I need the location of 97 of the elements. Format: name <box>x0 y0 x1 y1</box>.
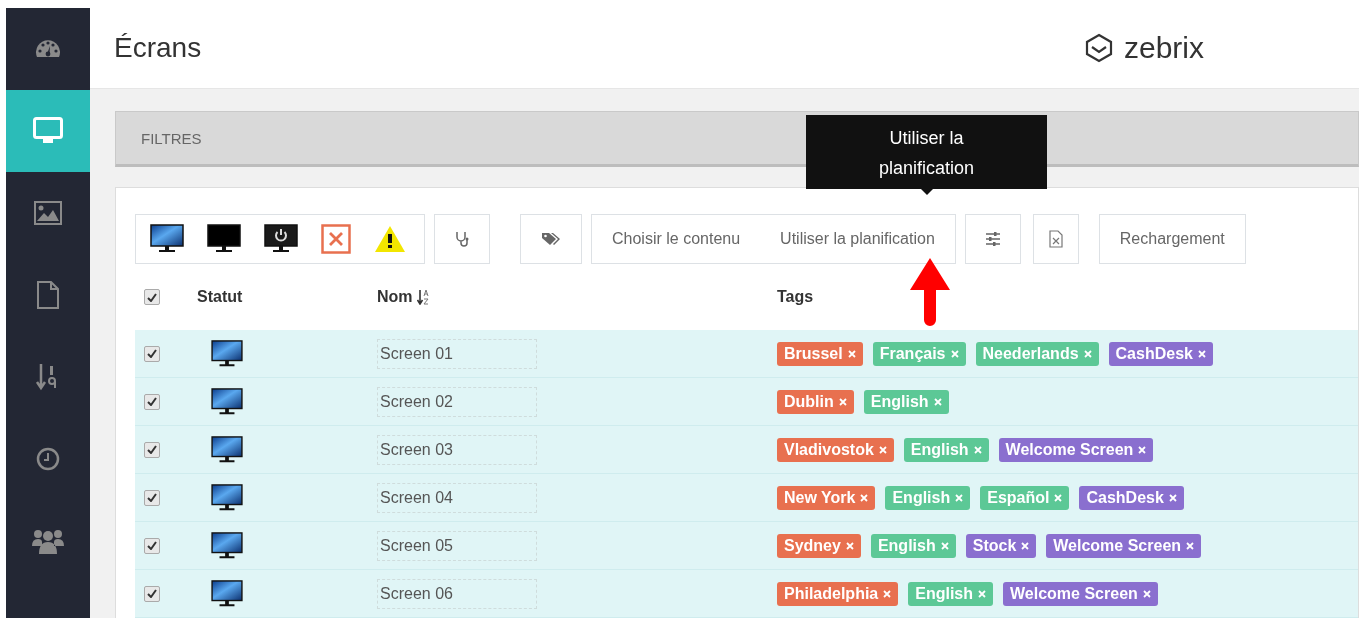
reload-button[interactable]: Rechargement <box>1098 214 1246 264</box>
spreadsheet-file-icon <box>1048 230 1063 248</box>
table-row[interactable]: Screen 06 Philadelphia English Welcome Screen <box>135 570 1358 618</box>
remove-icon[interactable] <box>845 541 854 550</box>
tag: Welcome Screen <box>1003 581 1158 606</box>
monitor-icon <box>211 339 243 368</box>
remove-icon[interactable] <box>1197 349 1206 358</box>
file-icon <box>37 281 59 309</box>
remove-icon[interactable] <box>1021 541 1030 550</box>
tag: English <box>885 485 971 510</box>
row-checkbox[interactable] <box>144 345 160 362</box>
monitor-icon[interactable] <box>264 224 298 254</box>
table-row[interactable]: Screen 02 Dublin English <box>135 378 1358 426</box>
logo-text: zebrix <box>1123 31 1204 65</box>
tag: Dublin <box>777 389 854 414</box>
export-button[interactable] <box>1032 214 1079 264</box>
tag: English <box>870 533 956 558</box>
monitor-icon <box>211 531 243 560</box>
remove-icon[interactable] <box>933 397 942 406</box>
table-row[interactable]: Screen 05 Sydney English Stock Welcome Screen <box>135 522 1358 570</box>
remove-icon[interactable] <box>978 589 987 598</box>
tooltip-pointer <box>921 189 933 195</box>
row-checkbox[interactable] <box>144 441 160 458</box>
remove-icon[interactable] <box>878 445 887 454</box>
remove-icon[interactable] <box>883 589 892 598</box>
users-icon <box>31 528 65 554</box>
remove-icon[interactable] <box>1138 445 1147 454</box>
row-checkbox[interactable] <box>144 537 160 554</box>
tag: Español <box>980 485 1070 510</box>
remove-icon[interactable] <box>955 493 964 502</box>
tag: English <box>863 389 949 414</box>
warning-icon[interactable] <box>374 225 406 253</box>
remove-icon[interactable] <box>1142 589 1151 598</box>
page-title: Écrans <box>114 32 202 64</box>
monitor-icon <box>211 483 243 512</box>
monitor-icon[interactable] <box>207 224 241 254</box>
row-checkbox[interactable] <box>144 585 160 602</box>
logo-icon <box>1083 33 1114 63</box>
name-field[interactable]: Screen 04 <box>377 482 537 513</box>
tag: Neederlands <box>975 341 1099 366</box>
image-icon <box>34 201 62 225</box>
name-field[interactable]: Screen 05 <box>377 530 537 561</box>
name-field[interactable]: Screen 01 <box>377 338 537 369</box>
remove-icon[interactable] <box>950 349 959 358</box>
name-field[interactable]: Screen 06 <box>377 578 537 609</box>
column-header[interactable]: Tags <box>777 288 814 306</box>
sort-icon[interactable] <box>416 289 429 305</box>
remove-icon[interactable] <box>1054 493 1063 502</box>
remove-icon[interactable] <box>1168 493 1177 502</box>
tag: Welcome Screen <box>1046 533 1202 558</box>
name-field[interactable]: Screen 02 <box>377 386 537 417</box>
tag: Sydney <box>777 533 861 558</box>
tag: Philadelphia <box>777 581 899 606</box>
table-row[interactable]: Screen 04 New York English Español CashDesk <box>135 474 1358 522</box>
remove-icon[interactable] <box>1186 541 1195 550</box>
clock-icon <box>36 447 60 471</box>
arrow-annotation <box>910 258 950 326</box>
error-icon[interactable] <box>321 224 351 254</box>
gauge-icon <box>34 40 62 58</box>
tag: Stock <box>965 533 1037 558</box>
tags-button[interactable] <box>520 214 582 264</box>
remove-icon[interactable] <box>1083 349 1092 358</box>
monitor-icon <box>211 387 243 416</box>
tag: Français <box>872 341 966 366</box>
filters-label: FILTRES <box>141 129 202 147</box>
tags-icon <box>541 232 561 246</box>
monitor-icon <box>211 435 243 464</box>
sidebar-item[interactable] <box>6 90 90 172</box>
table-row[interactable]: Screen 01 Brussel Français Neederlands CashDesk <box>135 330 1358 378</box>
row-checkbox[interactable] <box>144 393 160 410</box>
stethoscope-icon <box>455 231 469 247</box>
name-field[interactable]: Screen 03 <box>377 434 537 465</box>
diagnostics-button[interactable] <box>434 214 490 264</box>
monitor-icon <box>211 579 243 608</box>
monitor-icon <box>33 117 63 145</box>
tag: Brussel <box>777 341 863 366</box>
tag: Vladivostok <box>777 437 894 462</box>
remove-icon[interactable] <box>973 445 982 454</box>
table-row[interactable]: Screen 03 Vladivostok English Welcome Screen <box>135 426 1358 474</box>
tag: CashDesk <box>1079 485 1184 510</box>
column-header[interactable]: Nom <box>377 288 413 306</box>
row-checkbox[interactable] <box>144 489 160 506</box>
select-all-checkbox[interactable] <box>144 289 160 305</box>
remove-icon[interactable] <box>940 541 949 550</box>
tooltip: Utiliser la planification <box>806 115 1047 189</box>
tag: English <box>908 581 994 606</box>
remove-icon[interactable] <box>847 349 856 358</box>
remove-icon[interactable] <box>838 397 847 406</box>
tag: Welcome Screen <box>998 437 1154 462</box>
monitor-icon[interactable] <box>150 224 184 254</box>
column-header[interactable]: Statut <box>197 288 243 306</box>
settings-button[interactable] <box>964 214 1021 264</box>
tag: New York <box>777 485 876 510</box>
sliders-icon <box>984 232 1001 246</box>
remove-icon[interactable] <box>860 493 869 502</box>
tag: CashDesk <box>1108 341 1213 366</box>
tag: English <box>903 437 989 462</box>
